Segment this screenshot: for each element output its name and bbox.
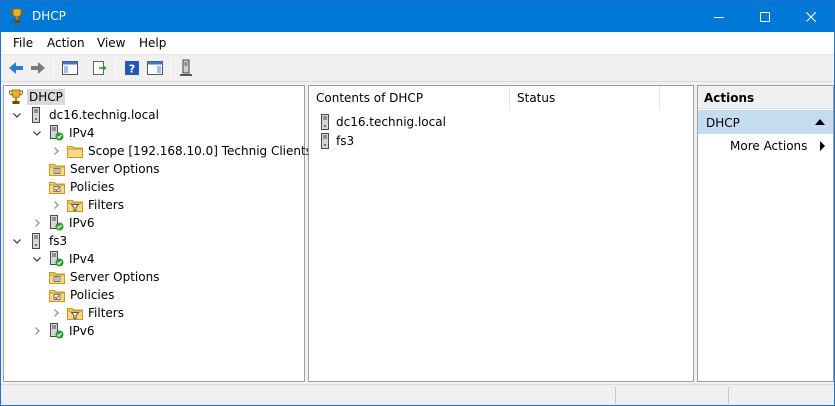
submenu-arrow-icon xyxy=(820,141,825,151)
close-button[interactable] xyxy=(788,1,834,32)
options-folder-icon xyxy=(49,161,65,177)
tree-node[interactable]: IPv6 xyxy=(30,322,97,340)
server-icon xyxy=(28,233,44,249)
chevron-right-icon[interactable] xyxy=(49,198,63,212)
column-header-status[interactable]: Status xyxy=(510,86,660,110)
status-divider xyxy=(615,387,616,404)
toolbar-separator xyxy=(115,59,116,77)
tree-node[interactable]: Policies xyxy=(49,178,116,196)
actions-pane: Actions DHCP More Actions xyxy=(697,85,834,382)
list-item[interactable]: dc16.technig.local xyxy=(317,113,446,131)
back-arrow-icon[interactable] xyxy=(6,58,26,78)
toolbar: ? xyxy=(1,55,834,82)
toolbar-separator xyxy=(170,59,171,77)
server-add-icon[interactable] xyxy=(176,58,196,78)
server-icon xyxy=(317,114,333,130)
tree-node[interactable]: IPv4 xyxy=(30,124,97,142)
server-icon xyxy=(28,107,44,123)
menu-view[interactable]: View xyxy=(97,36,125,50)
list-item-name: fs3 xyxy=(336,134,355,148)
tree-node[interactable]: IPv6 xyxy=(30,214,97,232)
tree-node[interactable]: Server Options xyxy=(49,268,161,286)
tree-node[interactable]: DHCP xyxy=(8,88,65,106)
actions-section-label: DHCP xyxy=(706,116,740,130)
policies-folder-icon xyxy=(49,287,65,303)
tree-node-label: Filters xyxy=(88,198,124,212)
tree-node-label: IPv4 xyxy=(69,252,95,266)
chevron-right-icon[interactable] xyxy=(49,144,63,158)
console-tree[interactable]: DHCP dc16.technig.local IPv4 Scope [192.168… xyxy=(3,85,312,382)
toolbar-separator xyxy=(53,59,54,77)
menu-action[interactable]: Action xyxy=(47,36,85,50)
tree-node-label: Policies xyxy=(70,288,115,302)
tree-node-label: Server Options xyxy=(70,162,160,176)
show-hide-console-tree-icon[interactable] xyxy=(60,58,80,78)
actions-header: Actions xyxy=(698,86,833,109)
tree-node-label: IPv6 xyxy=(69,324,95,338)
tree-node[interactable]: Server Options xyxy=(49,160,161,178)
server-ok-icon xyxy=(48,323,64,339)
server-icon xyxy=(317,133,333,149)
list-item-name: dc16.technig.local xyxy=(336,115,446,129)
policies-folder-icon xyxy=(49,179,65,195)
dhcp-window: DHCP File Action View Help ? DHCP dc16.te… xyxy=(0,0,835,406)
chevron-right-icon[interactable] xyxy=(49,306,63,320)
dhcp-trophy-icon xyxy=(9,8,25,24)
more-actions-link[interactable]: More Actions xyxy=(730,139,807,153)
forward-arrow-icon[interactable] xyxy=(28,58,48,78)
window-title: DHCP xyxy=(32,9,66,23)
tree-node[interactable]: dc16.technig.local xyxy=(10,106,161,124)
minimize-button[interactable] xyxy=(696,1,742,32)
chevron-down-icon[interactable] xyxy=(30,252,44,266)
server-ok-icon xyxy=(48,215,64,231)
show-hide-action-pane-icon[interactable] xyxy=(145,58,165,78)
tree-node[interactable]: fs3 xyxy=(10,232,69,250)
tree-node[interactable]: Filters xyxy=(49,304,126,322)
server-ok-icon xyxy=(48,251,64,267)
status-bar xyxy=(1,384,834,405)
tree-node-label: fs3 xyxy=(49,234,68,248)
chevron-down-icon[interactable] xyxy=(30,126,44,140)
dhcp-trophy-icon xyxy=(8,89,24,105)
filter-folder-icon xyxy=(67,305,83,321)
server-ok-icon xyxy=(48,125,64,141)
menu-help[interactable]: Help xyxy=(139,36,166,50)
list-item[interactable]: fs3 xyxy=(317,132,354,150)
tree-node-label: IPv4 xyxy=(69,126,95,140)
chevron-right-icon[interactable] xyxy=(30,324,44,338)
tree-node[interactable]: Policies xyxy=(49,286,116,304)
options-folder-icon xyxy=(49,269,65,285)
tree-node[interactable]: Filters xyxy=(49,196,126,214)
tree-node-label: Filters xyxy=(88,306,124,320)
chevron-down-icon[interactable] xyxy=(10,108,24,122)
tree-node-label: IPv6 xyxy=(69,216,95,230)
tree-node[interactable]: Scope [192.168.10.0] Technig Clients xyxy=(49,142,314,160)
tree-node-label: DHCP xyxy=(27,89,65,105)
export-list-icon[interactable] xyxy=(90,58,110,78)
svg-text:?: ? xyxy=(129,63,135,76)
collapse-triangle-icon[interactable] xyxy=(815,119,825,125)
maximize-button[interactable] xyxy=(742,1,788,32)
folder-icon xyxy=(67,143,83,159)
tree-node[interactable]: IPv4 xyxy=(30,250,97,268)
menu-bar: File Action View Help xyxy=(1,32,834,55)
tree-node-label: Scope [192.168.10.0] Technig Clients xyxy=(88,144,312,158)
tree-node-label: Server Options xyxy=(70,270,160,284)
filter-folder-icon xyxy=(67,197,83,213)
tree-node-label: dc16.technig.local xyxy=(49,108,159,122)
chevron-down-icon[interactable] xyxy=(10,234,24,248)
results-pane[interactable]: Contents of DHCP Status dc16.technig.loc… xyxy=(308,85,694,382)
column-header-name[interactable]: Contents of DHCP xyxy=(309,86,510,110)
actions-section-dhcp[interactable]: DHCP xyxy=(698,110,833,134)
chevron-right-icon[interactable] xyxy=(30,216,44,230)
tree-node-label: Policies xyxy=(70,180,115,194)
menu-file[interactable]: File xyxy=(13,36,33,50)
status-divider xyxy=(728,387,729,404)
help-icon[interactable]: ? xyxy=(122,58,142,78)
title-bar[interactable]: DHCP xyxy=(1,1,834,32)
